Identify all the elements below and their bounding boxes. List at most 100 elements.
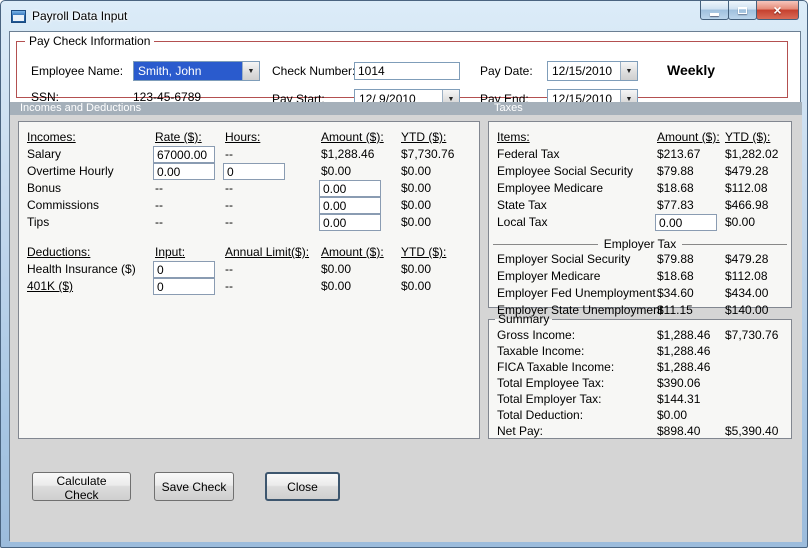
summary-amount: $898.40	[657, 424, 701, 438]
bonus-label: Bonus	[27, 181, 62, 195]
check-number-input[interactable]	[354, 62, 460, 80]
tax-label: Employee Medicare	[497, 181, 604, 195]
total-deduction-row: Total Deduction: $0.00	[489, 408, 791, 423]
local-tax-input[interactable]	[655, 214, 717, 231]
deductions-ytd-col-header: YTD ($):	[401, 245, 447, 259]
tips-rate: --	[155, 215, 163, 229]
overtime-row: Overtime Hourly $0.00 $0.00	[19, 163, 479, 180]
deductions-amount-col-header: Amount ($):	[321, 245, 384, 259]
401k-input[interactable]	[153, 278, 215, 295]
tax-amount: $77.83	[657, 198, 694, 212]
payroll-window: Payroll Data Input × Pay Check Informati…	[0, 0, 808, 548]
tips-ytd: $0.00	[401, 215, 432, 229]
overtime-rate-input[interactable]	[153, 163, 215, 180]
overtime-label: Overtime Hourly	[27, 164, 114, 178]
commissions-ytd: $0.00	[401, 198, 432, 212]
health-insurance-row: Health Insurance ($) -- $0.00 $0.00	[19, 261, 479, 278]
overtime-ytd: $0.00	[401, 164, 432, 178]
summary-label: Net Pay:	[497, 424, 544, 438]
summary-title: Summary	[498, 312, 550, 326]
tax-ytd: $434.00	[725, 286, 769, 300]
tax-ytd: $112.08	[725, 269, 768, 283]
employee-name-label: Employee Name:	[31, 64, 124, 78]
incomes-header-row: Incomes: Rate ($): Hours: Amount ($): YT…	[19, 130, 479, 146]
employer-tax-separator: Employer Tax	[493, 237, 787, 251]
tips-label: Tips	[27, 215, 50, 229]
taxes-header-row: Items: Amount ($): YTD ($):	[489, 130, 791, 146]
summary-label: Taxable Income:	[497, 344, 585, 358]
401k-label[interactable]: 401K ($)	[27, 279, 73, 293]
summary-amount: $144.31	[657, 392, 701, 406]
bonus-row: Bonus -- -- $0.00	[19, 180, 479, 197]
summary-ytd: $5,390.40	[725, 424, 779, 438]
federal-tax-row: Federal Tax $213.67 $1,282.02	[489, 147, 791, 163]
deductions-header-row: Deductions: Input: Annual Limit($): Amou…	[19, 245, 479, 261]
401k-amount: $0.00	[321, 279, 352, 293]
incomes-col-header: Incomes:	[27, 130, 76, 144]
tips-row: Tips -- -- $0.00	[19, 214, 479, 231]
maximize-button[interactable]	[728, 1, 757, 20]
tips-amount-input[interactable]	[319, 214, 381, 231]
tax-ytd: $1,282.02	[725, 147, 779, 161]
health-insurance-label: Health Insurance ($)	[27, 262, 136, 276]
chevron-down-icon: ▼	[247, 67, 255, 75]
summary-amount: $1,288.46	[657, 360, 711, 374]
fica-taxable-income-row: FICA Taxable Income: $1,288.46	[489, 360, 791, 375]
overtime-amount: $0.00	[321, 164, 352, 178]
maximize-icon	[738, 6, 747, 14]
employer-fed-unemployment-row: Employer Fed Unemployment $34.60 $434.00	[489, 286, 791, 302]
minimize-button[interactable]	[700, 1, 729, 20]
tax-amount: $213.67	[657, 147, 701, 161]
summary-label: Total Employee Tax:	[497, 376, 605, 390]
annual-limit-col-header: Annual Limit($):	[225, 245, 310, 259]
pay-date-dropdown-button[interactable]: ▼	[620, 62, 637, 80]
paycheck-info-title: Pay Check Information	[29, 34, 151, 48]
minimize-icon	[710, 12, 719, 16]
window-title: Payroll Data Input	[32, 9, 128, 23]
tax-amount: $79.88	[657, 164, 694, 178]
incomes-deductions-panel: Incomes: Rate ($): Hours: Amount ($): YT…	[18, 121, 480, 439]
overtime-hours-input[interactable]	[223, 163, 285, 180]
net-pay-row: Net Pay: $898.40 $5,390.40	[489, 424, 791, 439]
commissions-amount-input[interactable]	[319, 197, 381, 214]
summary-amount: $1,288.46	[657, 344, 711, 358]
bonus-amount-input[interactable]	[319, 180, 381, 197]
tax-amount: $79.88	[657, 252, 694, 266]
calculate-check-button[interactable]: Calculate Check	[32, 472, 131, 502]
salary-label: Salary	[27, 147, 62, 161]
summary-ytd: $7,730.76	[725, 328, 779, 342]
401k-ytd: $0.00	[401, 279, 432, 293]
commissions-label: Commissions	[27, 198, 100, 212]
rate-col-header: Rate ($):	[155, 130, 202, 144]
save-check-button[interactable]: Save Check	[154, 472, 234, 501]
salary-row: Salary -- $1,288.46 $7,730.76	[19, 146, 479, 163]
employee-name-select[interactable]: Smith, John ▼	[133, 61, 260, 81]
section-incomes-deductions: Incomes and Deductions	[20, 102, 142, 114]
app-icon	[11, 9, 26, 23]
taxes-panel: Items: Amount ($): YTD ($): Federal Tax …	[488, 121, 792, 317]
amount-col-header: Amount ($):	[321, 130, 384, 144]
close-button[interactable]: ×	[756, 1, 799, 20]
summary-label: Total Employer Tax:	[497, 392, 602, 406]
employee-name-value: Smith, John	[134, 62, 242, 80]
taxable-income-row: Taxable Income: $1,288.46	[489, 344, 791, 359]
summary-amount: $0.00	[657, 408, 688, 422]
close-icon: ×	[773, 2, 782, 18]
tax-ytd: $479.28	[725, 252, 769, 266]
close-dialog-button[interactable]: Close	[265, 472, 340, 501]
employee-dropdown-button[interactable]: ▼	[242, 62, 259, 80]
tax-label: Employer Social Security	[497, 252, 631, 266]
tax-label: Employee Social Security	[497, 164, 634, 178]
state-tax-row: State Tax $77.83 $466.98	[489, 198, 791, 214]
pay-date-picker[interactable]: 12/15/2010 ▼	[547, 61, 638, 81]
total-employer-tax-row: Total Employer Tax: $144.31	[489, 392, 791, 407]
salary-rate-input[interactable]	[153, 146, 215, 163]
salary-hours: --	[225, 147, 233, 161]
summary-amount: $1,288.46	[657, 328, 711, 342]
health-insurance-input[interactable]	[153, 261, 215, 278]
summary-label: Total Deduction:	[497, 408, 584, 422]
taxes-ytd-col-header: YTD ($):	[725, 130, 771, 144]
local-tax-label: Local Tax	[497, 215, 548, 229]
titlebar[interactable]: Payroll Data Input ×	[1, 1, 807, 31]
health-insurance-limit: --	[225, 262, 233, 276]
